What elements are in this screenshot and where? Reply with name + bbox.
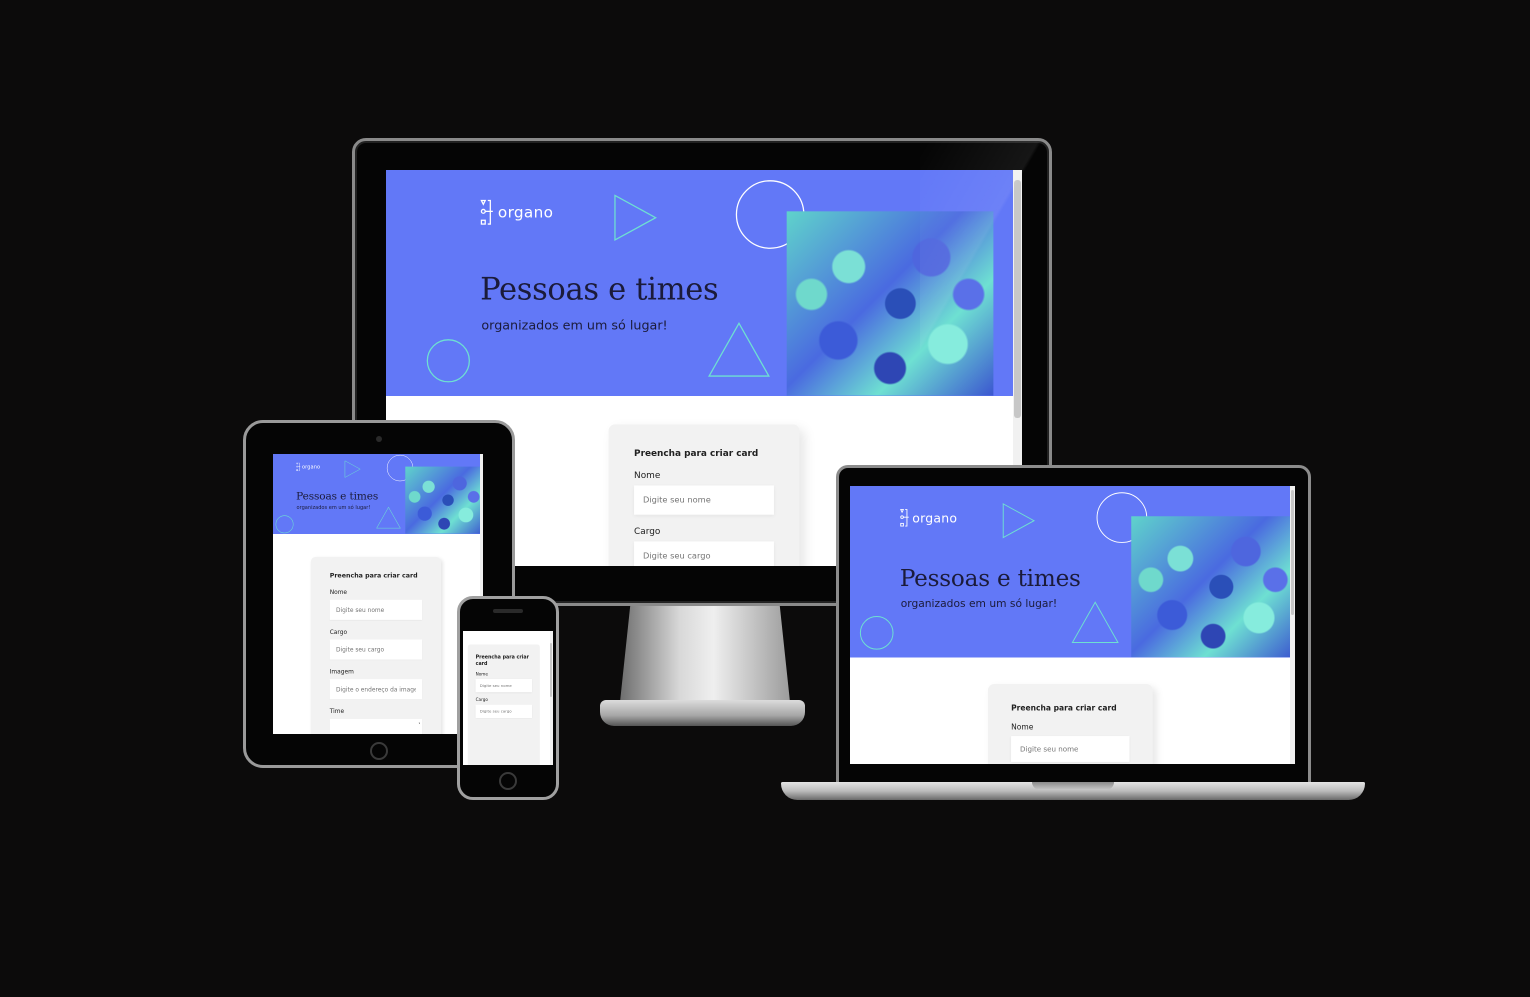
create-card-form: Preencha para criar card Nome	[987, 684, 1153, 764]
phone-page: Preencha para criar card Nome Cargo	[463, 631, 553, 765]
team-select[interactable]	[329, 718, 423, 734]
hero-title: Pessoas e times	[296, 489, 379, 502]
field-label-nome: Nome	[1011, 722, 1034, 732]
tablet-camera	[376, 436, 382, 442]
play-triangle-icon	[1002, 503, 1036, 539]
laptop-screen: organo Pessoas e times organizados em um…	[850, 486, 1295, 764]
laptop-notch	[1032, 782, 1114, 790]
phone-speaker	[493, 609, 523, 613]
phone-home-button[interactable]	[499, 772, 517, 790]
triangle-outline-icon	[376, 506, 401, 529]
role-input[interactable]	[634, 541, 774, 566]
field-label-cargo: Cargo	[475, 697, 488, 703]
form-title: Preencha para criar card	[1011, 704, 1117, 713]
field-label-nome: Nome	[475, 671, 488, 677]
team-photo	[405, 466, 483, 534]
form-title: Preencha para criar card	[634, 448, 759, 459]
organo-logo-icon	[296, 462, 301, 472]
organo-logo-icon	[480, 199, 493, 225]
scrollbar-thumb[interactable]	[550, 643, 552, 697]
hero-title: Pessoas e times	[899, 565, 1081, 592]
tablet-screen: organo Pessoas e times organizados em um…	[273, 454, 483, 734]
form-title: Preencha para criar card	[475, 653, 530, 666]
role-input[interactable]	[329, 639, 423, 660]
logo-text: organo	[301, 464, 321, 470]
hero-subtitle: organizados em um só lugar!	[900, 597, 1058, 610]
image-input[interactable]	[329, 679, 423, 700]
play-triangle-icon	[614, 194, 657, 242]
logo[interactable]: organo	[480, 199, 553, 227]
monitor-stand	[620, 606, 790, 702]
hero-subtitle: organizados em um só lugar!	[296, 504, 371, 511]
logo[interactable]: organo	[296, 462, 321, 472]
field-label-cargo: Cargo	[329, 628, 348, 636]
name-input[interactable]	[1011, 736, 1130, 762]
circle-outline-icon	[426, 339, 470, 383]
logo-text: organo	[497, 203, 554, 222]
monitor-base	[600, 700, 805, 726]
create-card-form: Preencha para criar card Nome Cargo Imag…	[310, 556, 441, 734]
hero-subtitle: organizados em um só lugar!	[481, 317, 668, 333]
team-photo	[1131, 516, 1295, 658]
organo-logo-icon	[900, 509, 909, 527]
name-input[interactable]	[475, 679, 532, 693]
play-triangle-icon	[344, 460, 361, 478]
hero-banner: organo Pessoas e times organizados em um…	[850, 486, 1295, 658]
scrollbar[interactable]	[550, 631, 553, 765]
field-label-time: Time	[329, 707, 345, 715]
field-label-nome: Nome	[329, 588, 348, 596]
logo-text: organo	[912, 510, 958, 526]
field-label-imagem: Imagem	[329, 667, 354, 675]
create-card-form: Preencha para criar card Nome Cargo	[467, 644, 540, 765]
create-card-form: Preencha para criar card Nome Cargo	[608, 424, 800, 566]
hero-banner: organo Pessoas e times organizados em um…	[273, 454, 483, 534]
hero-title: Pessoas e times	[480, 271, 719, 308]
name-input[interactable]	[329, 599, 423, 620]
scrollbar[interactable]	[1290, 486, 1295, 764]
circle-outline-icon	[275, 515, 294, 534]
field-label-nome: Nome	[634, 470, 661, 481]
scrollbar-thumb[interactable]	[1291, 490, 1294, 616]
triangle-outline-icon	[1071, 601, 1119, 643]
name-input[interactable]	[634, 485, 774, 515]
role-input[interactable]	[475, 704, 532, 719]
field-label-cargo: Cargo	[634, 526, 661, 537]
circle-outline-icon	[859, 616, 894, 650]
phone-screen: Preencha para criar card Nome Cargo	[463, 631, 553, 765]
form-title: Preencha para criar card	[329, 571, 418, 579]
triangle-outline-icon	[707, 321, 770, 377]
logo[interactable]: organo	[900, 508, 957, 528]
tablet-home-button[interactable]	[370, 742, 388, 760]
